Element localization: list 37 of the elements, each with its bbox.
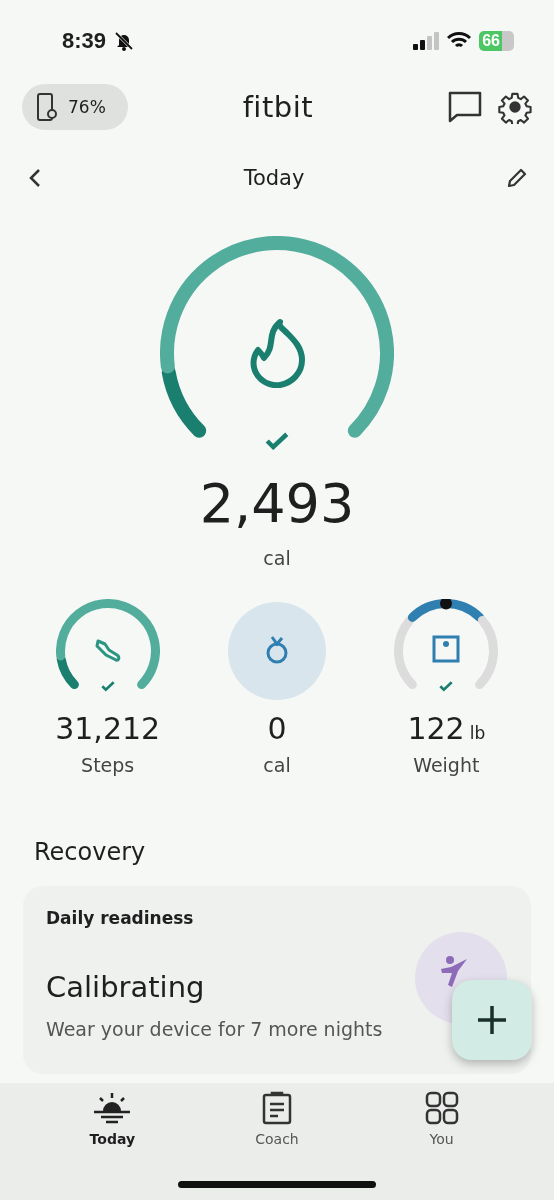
readiness-status: Calibrating <box>46 970 205 1004</box>
settings-icon[interactable] <box>498 90 532 124</box>
card-title: Daily readiness <box>46 908 195 928</box>
stat-label: Steps <box>81 754 135 776</box>
phone-watch-icon <box>36 92 58 122</box>
device-battery-chip[interactable]: 76% <box>22 84 128 130</box>
nav-tab[interactable]: Coach <box>194 1083 360 1153</box>
stat-value: 31,212 <box>55 711 161 746</box>
app-logo: fitbit <box>242 90 314 124</box>
nav-tab[interactable]: Today <box>30 1083 195 1153</box>
back-icon[interactable] <box>28 168 42 188</box>
stat-label: cal <box>263 754 291 776</box>
section-title: Recovery <box>33 838 147 866</box>
edit-icon[interactable] <box>506 167 528 189</box>
battery-percent: 76% <box>68 97 106 117</box>
clipboard-icon <box>261 1091 293 1125</box>
sunrise-icon <box>92 1091 133 1125</box>
grid-icon <box>424 1091 459 1125</box>
calories-value: 2,493 <box>198 472 356 535</box>
date-title: Today <box>243 166 305 190</box>
messages-icon[interactable] <box>448 91 482 123</box>
calories-unit: cal <box>262 547 292 569</box>
stat-value: 122 lb <box>407 711 486 746</box>
readiness-card[interactable]: Daily readiness Calibrating Wear your device for 7 more nights <box>23 886 531 1074</box>
readiness-message: Wear your device for 7 more nights <box>46 1018 383 1040</box>
wifi-icon <box>447 32 472 50</box>
apple-icon <box>264 635 290 665</box>
nav-tab[interactable]: You <box>359 1083 524 1153</box>
status-time: 8:39 <box>62 28 107 54</box>
battery-indicator: 66 <box>479 31 514 51</box>
scale-icon <box>432 635 461 663</box>
add-button[interactable] <box>452 980 532 1060</box>
stat-label: Weight <box>413 754 480 776</box>
plus-icon <box>476 1004 508 1036</box>
signal-icon <box>413 32 440 50</box>
stat-value: 0 <box>267 711 287 746</box>
muted-bell-icon <box>114 31 135 51</box>
